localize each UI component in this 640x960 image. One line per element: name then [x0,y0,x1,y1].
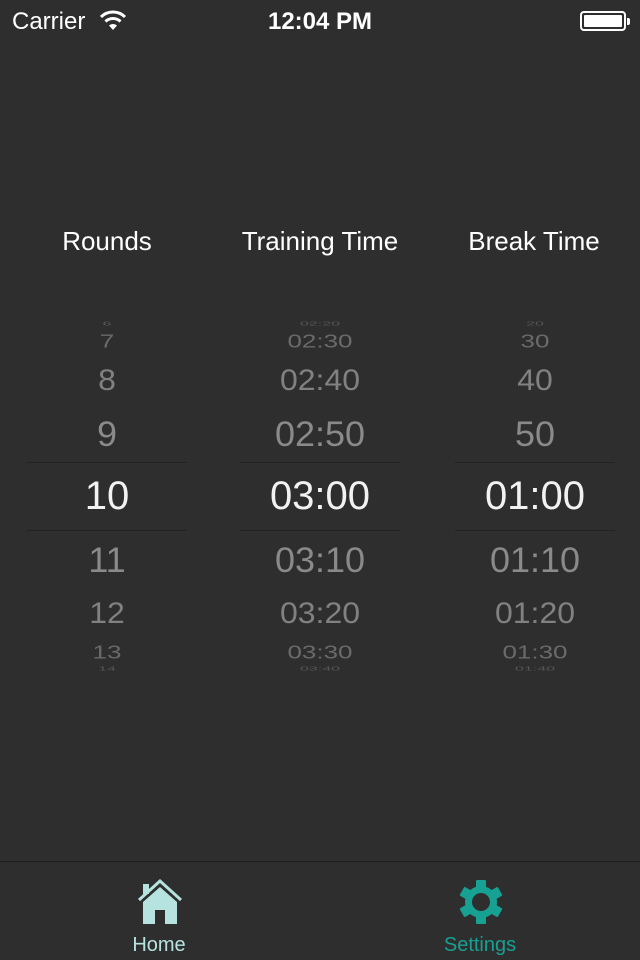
selection-line-top [455,462,615,463]
training-time-header: Training Time [241,226,399,256]
picker-option[interactable]: 13 [27,643,187,661]
picker-option[interactable]: 01:20 [455,598,615,627]
selection-line-top [27,462,187,463]
selection-line-top [240,462,400,463]
picker-option[interactable]: 02:50 [240,416,400,451]
rounds-picker[interactable]: 6 7 8 9 10 11 12 13 14 [27,318,187,674]
status-bar: Carrier 12:04 PM [0,0,640,40]
selection-line-bottom [240,530,400,531]
picker-option[interactable]: 02:30 [240,332,400,350]
picker-option[interactable]: 20 [455,321,615,327]
gear-icon [459,880,503,924]
tab-settings[interactable]: Settings [400,862,560,960]
picker-option[interactable]: 02:40 [240,365,400,394]
picker-option[interactable]: 01:40 [455,666,615,672]
tab-home-label: Home [132,934,186,956]
training-time-picker[interactable]: 02:20 02:30 02:40 02:50 03:00 03:10 03:20 03:30… [240,318,400,674]
rounds-header: Rounds [62,226,152,256]
picker-option[interactable]: 30 [455,332,615,350]
picker-selected-value[interactable]: 01:00 [455,476,615,516]
tab-home[interactable]: Home [79,862,239,960]
picker-option[interactable]: 14 [27,666,187,672]
picker-selected-value[interactable]: 10 [27,476,187,516]
tab-settings-label: Settings [443,934,517,956]
picker-option[interactable]: 01:10 [455,542,615,577]
selection-line-bottom [27,530,187,531]
picker-selected-value[interactable]: 03:00 [240,476,400,516]
picker-option[interactable]: 9 [27,416,187,451]
picker-option[interactable]: 6 [27,321,187,327]
picker-option[interactable]: 02:20 [240,321,400,327]
break-time-picker[interactable]: 20 30 40 50 01:00 01:10 01:20 01:30 01:40 [455,318,615,674]
home-icon [137,878,183,924]
picker-option[interactable]: 7 [27,332,187,350]
battery-icon [580,11,630,31]
picker-option[interactable]: 11 [27,542,187,577]
picker-option[interactable]: 50 [455,416,615,451]
picker-option[interactable]: 8 [27,365,187,394]
picker-option[interactable]: 03:30 [240,643,400,661]
break-time-header: Break Time [468,226,600,256]
tab-bar: Home Settings [0,861,640,960]
selection-line-bottom [455,530,615,531]
status-time: 12:04 PM [267,8,373,35]
picker-option[interactable]: 12 [27,598,187,627]
picker-option[interactable]: 03:20 [240,598,400,627]
picker-option[interactable]: 40 [455,365,615,394]
picker-option[interactable]: 03:40 [240,666,400,672]
picker-option[interactable]: 01:30 [455,643,615,661]
picker-option[interactable]: 03:10 [240,542,400,577]
